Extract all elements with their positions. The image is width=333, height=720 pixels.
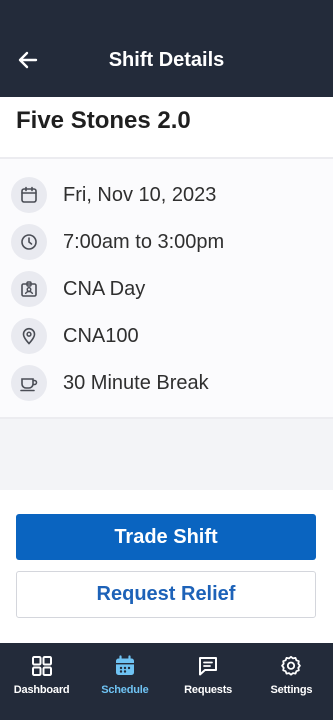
detail-row-break: 30 Minute Break — [11, 365, 209, 401]
nav-label: Schedule — [101, 684, 149, 696]
detail-text: CNA100 — [63, 324, 139, 347]
detail-row-location: CNA100 — [11, 318, 139, 354]
location-pin-icon — [11, 318, 47, 354]
trade-shift-button[interactable]: Trade Shift — [16, 514, 316, 560]
detail-row-time: 7:00am to 3:00pm — [11, 224, 224, 260]
app-bar: Shift Details — [0, 0, 333, 97]
spacer-band — [0, 419, 333, 490]
shift-name: Five Stones 2.0 — [16, 107, 191, 134]
clock-icon — [11, 224, 47, 260]
shift-details-list: Fri, Nov 10, 2023 7:00am to 3:00pm CNA D… — [0, 159, 333, 417]
nav-label: Requests — [184, 684, 233, 696]
nav-label: Settings — [270, 684, 313, 696]
nav-item-settings[interactable]: Settings — [250, 643, 333, 720]
gear-icon — [279, 654, 303, 678]
coffee-cup-icon — [11, 365, 47, 401]
calendar-icon — [11, 177, 47, 213]
page-title: Shift Details — [108, 49, 225, 71]
dashboard-icon — [30, 654, 54, 678]
message-icon — [196, 654, 220, 678]
shift-header: Five Stones 2.0 — [0, 97, 333, 157]
nav-item-schedule[interactable]: Schedule — [83, 643, 166, 720]
badge-icon — [11, 271, 47, 307]
detail-text: 7:00am to 3:00pm — [63, 230, 225, 253]
detail-text: Fri, Nov 10, 2023 — [63, 183, 217, 206]
nav-label: Dashboard — [13, 684, 70, 696]
detail-row-role: CNA Day — [11, 271, 145, 307]
calendar-icon — [113, 654, 137, 678]
nav-item-dashboard[interactable]: Dashboard — [0, 643, 83, 720]
request-relief-button[interactable]: Request Relief — [16, 571, 316, 618]
detail-text: 30 Minute Break — [63, 371, 209, 394]
bottom-nav: Dashboard Schedule Requests Settings — [0, 643, 333, 720]
nav-item-requests[interactable]: Requests — [167, 643, 250, 720]
detail-text: CNA Day — [63, 277, 146, 300]
detail-row-date: Fri, Nov 10, 2023 — [11, 177, 216, 213]
